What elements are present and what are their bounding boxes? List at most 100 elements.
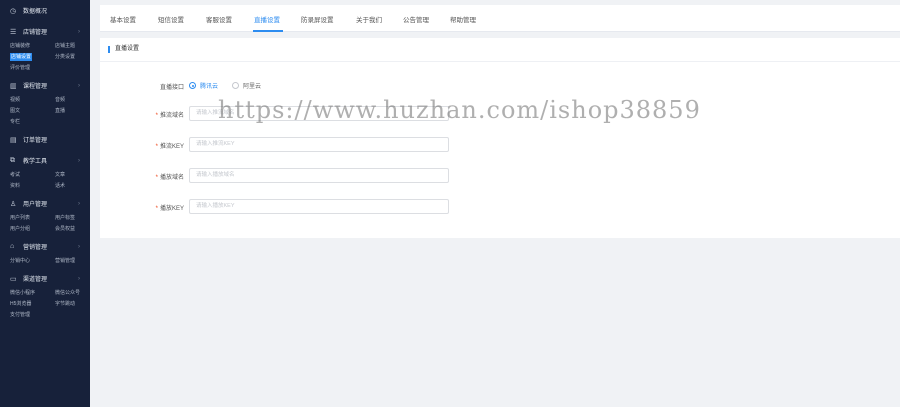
sidebar-group: ♙ 用户管理 › 用户列表 用户标签 用户分组 会员权益 bbox=[0, 191, 90, 234]
tools-icon: ⧉ bbox=[10, 156, 15, 164]
chevron-right-icon: › bbox=[78, 28, 80, 35]
radio-tencent-label[interactable]: 腾讯云 bbox=[200, 81, 218, 90]
sidebar-item[interactable]: 文章 bbox=[45, 171, 90, 178]
book-icon: ▥ bbox=[10, 82, 17, 90]
sidebar-item[interactable]: 话术 bbox=[45, 182, 90, 189]
sidebar-item[interactable]: 用户列表 bbox=[0, 214, 45, 221]
play-url-input[interactable]: 请输入播放域名 bbox=[189, 168, 449, 183]
sidebar-item[interactable]: 音频 bbox=[45, 96, 90, 103]
sidebar-item[interactable]: 直播 bbox=[45, 107, 90, 114]
interface-label: 直播接口 bbox=[159, 85, 184, 91]
chevron-right-icon: › bbox=[78, 243, 80, 250]
required-mark: * bbox=[155, 175, 158, 181]
tab-help[interactable]: 帮助管理 bbox=[450, 14, 476, 24]
active-tab-indicator bbox=[253, 30, 283, 32]
tab-sms[interactable]: 短信设置 bbox=[158, 14, 184, 24]
sidebar-item[interactable]: 字节跳动 bbox=[45, 300, 90, 307]
sidebar-group-label: 课程管理 bbox=[23, 84, 48, 90]
required-mark: * bbox=[155, 144, 158, 150]
play-url-row: * 播放域名 请输入播放域名 bbox=[100, 168, 520, 184]
chevron-right-icon: › bbox=[78, 275, 80, 282]
interface-row: 直播接口 腾讯云 阿里云 bbox=[100, 78, 520, 94]
sidebar-group-header[interactable]: ⌂ 营销管理 › bbox=[0, 238, 90, 255]
user-icon: ♙ bbox=[10, 200, 17, 208]
sidebar-item[interactable]: 店铺主题 bbox=[45, 42, 90, 49]
tab-service[interactable]: 客服设置 bbox=[206, 14, 232, 24]
sidebar-group-label: 店铺管理 bbox=[23, 30, 48, 36]
sidebar-group-label: 订单管理 bbox=[23, 138, 48, 144]
push-url-row: * 推流域名 请输入推流域名 bbox=[100, 106, 520, 122]
radio-aliyun[interactable] bbox=[232, 82, 240, 89]
sidebar-item[interactable]: 支付管理 bbox=[0, 311, 45, 318]
sidebar-group: ☰ 店铺管理 › 店铺装修 店铺主题 店铺设置 分类设置 评价管理 bbox=[0, 19, 90, 73]
push-key-label: * 推流KEY bbox=[155, 144, 184, 150]
sidebar-row: 分销中心 营销管理 bbox=[0, 255, 90, 266]
tab-about[interactable]: 关于我们 bbox=[356, 14, 382, 24]
sidebar-item[interactable]: 专栏 bbox=[0, 118, 45, 125]
tab-notice[interactable]: 公告管理 bbox=[403, 14, 429, 24]
sidebar-group-label: 营销管理 bbox=[23, 245, 48, 251]
sidebar-item-active-label: 店铺设置 bbox=[10, 53, 33, 61]
panel-title: 直播设置 bbox=[108, 46, 139, 53]
sidebar-group-header[interactable]: ☰ 店铺管理 › bbox=[0, 23, 90, 40]
required-mark: * bbox=[155, 113, 158, 119]
divider bbox=[100, 61, 900, 62]
sidebar-item[interactable]: 资料 bbox=[0, 182, 45, 189]
sidebar-item[interactable]: 店铺设置 bbox=[0, 53, 45, 61]
sidebar-row: 微信小程序 微信公众号 bbox=[0, 287, 90, 298]
sidebar-item[interactable]: 考试 bbox=[0, 171, 45, 178]
sidebar-item[interactable]: 分类设置 bbox=[45, 53, 90, 60]
tab-anti-record[interactable]: 防录屏设置 bbox=[301, 14, 334, 24]
chevron-right-icon: › bbox=[78, 157, 80, 164]
sidebar-item[interactable]: 视频 bbox=[0, 96, 45, 103]
sidebar-row: 图文 直播 bbox=[0, 105, 90, 116]
order-icon: ▤ bbox=[10, 136, 17, 144]
sidebar-group-label: 渠道管理 bbox=[23, 277, 48, 283]
sidebar-item-label: 数据概况 bbox=[23, 9, 48, 15]
sidebar-group: ▥ 课程管理 › 视频 音频 图文 直播 专栏 bbox=[0, 73, 90, 127]
sidebar-item[interactable]: 图文 bbox=[0, 107, 45, 114]
sidebar-item[interactable]: 评价管理 bbox=[0, 64, 45, 71]
sidebar-row: 店铺装修 店铺主题 bbox=[0, 40, 90, 51]
sidebar-group-header[interactable]: ▭ 渠道管理 › bbox=[0, 270, 90, 287]
sidebar-item[interactable]: 分销中心 bbox=[0, 257, 45, 264]
push-url-input[interactable]: 请输入推流域名 bbox=[189, 106, 449, 121]
sidebar-row: H5浏览器 字节跳动 bbox=[0, 298, 90, 309]
sidebar-item[interactable]: 用户分组 bbox=[0, 225, 45, 232]
play-key-input[interactable]: 请输入播放KEY bbox=[189, 199, 449, 214]
chevron-right-icon: › bbox=[78, 82, 80, 89]
sidebar-item[interactable]: H5浏览器 bbox=[0, 300, 45, 307]
monitor-icon: ▭ bbox=[10, 275, 17, 283]
sidebar-row: 店铺设置 分类设置 bbox=[0, 51, 90, 62]
sidebar-group-header[interactable]: ▥ 课程管理 › bbox=[0, 77, 90, 94]
sidebar-row: 用户列表 用户标签 bbox=[0, 212, 90, 223]
sidebar-item[interactable]: 微信公众号 bbox=[45, 289, 90, 296]
tab-basic[interactable]: 基本设置 bbox=[110, 14, 136, 24]
sidebar-item[interactable]: 店铺装修 bbox=[0, 42, 45, 49]
sidebar-item-dashboard[interactable]: ◷ 数据概况 bbox=[0, 2, 90, 19]
sidebar-group-header[interactable]: ⧉ 教学工具 › bbox=[0, 152, 90, 169]
clock-icon: ◷ bbox=[10, 7, 17, 15]
sidebar-row: 考试 文章 bbox=[0, 169, 90, 180]
sidebar-group-header[interactable]: ♙ 用户管理 › bbox=[0, 195, 90, 212]
sidebar-row: 资料 话术 bbox=[0, 180, 90, 191]
sidebar-item[interactable]: 用户标签 bbox=[45, 214, 90, 221]
sidebar-row: 评价管理 bbox=[0, 62, 90, 73]
push-url-label: * 推流域名 bbox=[155, 113, 184, 119]
sidebar-item[interactable]: 会员权益 bbox=[45, 225, 90, 232]
sidebar: ◷ 数据概况 ☰ 店铺管理 › 店铺装修 店铺主题 店铺设置 分类设置 评价管理 ▥ 课程管理 › 视… bbox=[0, 0, 90, 407]
play-key-row: * 播放KEY 请输入播放KEY bbox=[100, 199, 520, 215]
sidebar-item[interactable]: 微信小程序 bbox=[0, 289, 45, 296]
required-mark: * bbox=[155, 206, 158, 212]
radio-tencent[interactable] bbox=[189, 82, 196, 89]
sidebar-group-label: 教学工具 bbox=[23, 159, 48, 165]
push-key-input[interactable]: 请输入推流KEY bbox=[189, 137, 449, 152]
live-settings-panel: 直播设置 直播接口 腾讯云 阿里云 * 推流域名 请输入推流域名 * 推流KEY 请… bbox=[100, 38, 900, 238]
sidebar-group-header[interactable]: ▤ 订单管理 bbox=[0, 131, 90, 148]
sidebar-row: 专栏 bbox=[0, 116, 90, 127]
sidebar-item[interactable]: 营销管理 bbox=[45, 257, 90, 264]
radio-aliyun-label[interactable]: 阿里云 bbox=[243, 81, 261, 90]
tab-live[interactable]: 直播设置 bbox=[254, 14, 280, 24]
sidebar-group: ⧉ 教学工具 › 考试 文章 资料 话术 bbox=[0, 148, 90, 191]
sidebar-group-label: 用户管理 bbox=[23, 202, 48, 208]
